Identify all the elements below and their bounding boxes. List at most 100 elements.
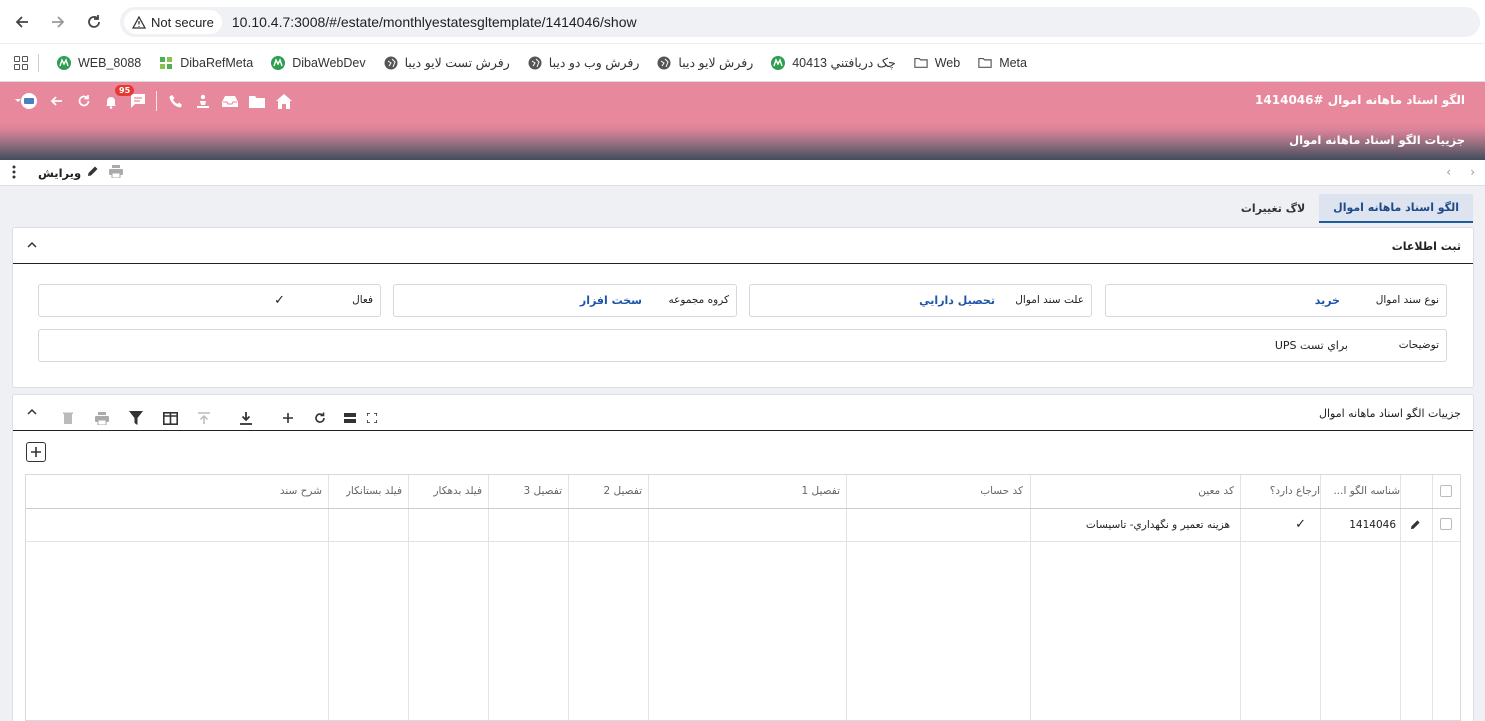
delete-icon[interactable] (60, 410, 76, 426)
density-icon[interactable] (342, 410, 358, 426)
globe-icon (384, 56, 398, 70)
table-row[interactable]: 1414046 ✓ هزينه تعمير و نگهداري- تاسيسات (26, 509, 1460, 542)
cell-id: 1414046 (1349, 519, 1396, 531)
globe-icon (657, 56, 671, 70)
description-label: توضیحات (1398, 339, 1439, 351)
warning-icon (132, 15, 146, 29)
refresh-icon[interactable] (75, 93, 92, 110)
cell-moein: هزينه تعمير و نگهداري- تاسيسات (1085, 519, 1230, 531)
page-subtitle: جزییات الگو اسناد ماهانه اموال (1289, 133, 1465, 147)
notification-badge: 95 (115, 85, 135, 96)
upload-icon[interactable] (196, 410, 212, 426)
column-header-creditor[interactable]: فیلد بستانکار (346, 485, 402, 497)
bookmarks-divider (38, 53, 39, 72)
chevron-up-icon[interactable] (27, 404, 37, 419)
description-field[interactable]: توضیحات براي تست UPS (38, 329, 1447, 362)
group-value: سخت افزار (579, 294, 642, 307)
column-header-account[interactable]: کد حساب (980, 485, 1023, 497)
home-icon[interactable] (275, 93, 292, 110)
folder-icon (914, 56, 928, 70)
info-panel: ثبت اطلاعات نوع سند اموال خريد علت سند ا… (12, 227, 1474, 388)
doc-reason-value: تحصيل دارايي (919, 294, 995, 307)
bookmark-folder-web[interactable]: Web (914, 56, 960, 70)
doc-reason-field[interactable]: علت سند اموال تحصيل دارايي (749, 284, 1092, 317)
page-title: الگو اسناد ماهانه اموال #1414046 (1255, 93, 1465, 107)
bookmark-check-receivable[interactable]: چک دريافتني 40413 (771, 55, 896, 70)
bookmark-refresh-test-live[interactable]: رفرش تست لایو دیبا (384, 55, 510, 70)
address-bar[interactable]: Not secure 10.10.4.7:3008/#/estate/month… (120, 7, 1480, 37)
chevron-up-icon[interactable] (27, 237, 37, 252)
column-header-detail2[interactable]: تفصیل 2 (604, 485, 643, 497)
chevron-right-icon[interactable]: › (1470, 165, 1475, 179)
bookmark-refresh-web-two[interactable]: رفرش وب دو دیبا (528, 55, 639, 70)
bookmark-dibarefmeta[interactable]: DibaRefMeta (159, 56, 253, 70)
diba-logo-icon (771, 55, 786, 70)
column-header-has-ref[interactable]: ارجاع دارد؟ (1270, 485, 1320, 497)
doc-reason-label: علت سند اموال (1015, 294, 1084, 306)
page-toolbar: ویرایش ‹ › (0, 160, 1485, 186)
header-icon-bar (14, 90, 292, 112)
back-arrow-icon[interactable] (48, 93, 65, 110)
print-icon[interactable] (109, 165, 123, 181)
inbox-icon[interactable] (221, 93, 238, 110)
diba-logo-icon (57, 55, 71, 70)
tab-strip: الگو اسناد ماهانه اموال لاگ تغییرات (1227, 194, 1473, 223)
phone-icon[interactable] (167, 93, 184, 110)
print-icon[interactable] (94, 410, 110, 426)
doc-type-label: نوع سند اموال (1375, 294, 1439, 306)
details-panel-header: جزییات الگو اسناد ماهانه اموال (13, 395, 1473, 431)
fullscreen-icon[interactable] (364, 410, 380, 426)
back-arrow-icon[interactable] (10, 10, 34, 34)
apps-grid-icon[interactable] (14, 55, 28, 70)
user-menu-icon[interactable] (14, 93, 38, 110)
bookmark-web-8088[interactable]: WEB_8088 (57, 55, 141, 70)
bookmark-refresh-live[interactable]: رفرش لایو دیبا (657, 55, 753, 70)
group-field[interactable]: کروه مجموعه سخت افزار (393, 284, 737, 317)
url-text: 10.10.4.7:3008/#/estate/monthlyestatesgl… (231, 14, 637, 30)
bookmark-dibawebdev[interactable]: DibaWebDev (271, 55, 366, 70)
bookmark-folder-meta[interactable]: Meta (978, 56, 1027, 70)
details-panel-title: جزییات الگو اسناد ماهانه اموال (1319, 407, 1461, 420)
folder-icon (978, 56, 992, 70)
globe-icon (528, 56, 542, 70)
reload-icon[interactable] (82, 10, 106, 34)
person-upload-icon[interactable] (194, 93, 211, 110)
folder-icon[interactable] (248, 93, 265, 110)
column-header-desc[interactable]: شرح سند (280, 485, 322, 497)
tab-change-log[interactable]: لاگ تغییرات (1227, 194, 1319, 223)
info-panel-header: ثبت اطلاعات (13, 228, 1473, 264)
doc-type-field[interactable]: نوع سند اموال خريد (1105, 284, 1447, 317)
edit-row-icon[interactable] (1410, 519, 1421, 533)
chevron-left-icon[interactable]: ‹ (1446, 165, 1451, 179)
active-label: فعال (352, 294, 373, 306)
add-row-button[interactable] (26, 442, 46, 462)
tab-template[interactable]: الگو اسناد ماهانه اموال (1319, 194, 1473, 223)
details-grid: شناسه الگو ا... ارجاع دارد؟ کد معین کد ح… (25, 474, 1461, 721)
edit-label: ویرایش (38, 165, 82, 180)
active-field[interactable]: فعال ✓ (38, 284, 381, 317)
filter-icon[interactable] (128, 410, 144, 426)
forward-arrow-icon[interactable] (46, 10, 70, 34)
column-header-debtor[interactable]: فیلد بدهکار (433, 485, 482, 497)
column-header-id[interactable]: شناسه الگو ا... (1334, 485, 1400, 497)
security-indicator[interactable]: Not secure (124, 10, 222, 34)
diba-logo-icon (271, 55, 286, 70)
column-header-moein[interactable]: کد معین (1198, 485, 1234, 497)
security-label: Not secure (151, 14, 214, 30)
select-all-checkbox[interactable] (1440, 485, 1452, 497)
column-header-detail3[interactable]: تفصیل 3 (524, 485, 563, 497)
description-value: براي تست UPS (1274, 339, 1348, 352)
row-checkbox[interactable] (1440, 518, 1452, 530)
browser-toolbar: Not secure 10.10.4.7:3008/#/estate/month… (0, 0, 1485, 44)
check-icon: ✓ (1295, 517, 1306, 532)
app-header: 95 الگو اسناد ماهانه اموال #1414046 جزیی… (0, 82, 1485, 160)
more-options-icon[interactable] (12, 165, 16, 183)
header-divider (156, 91, 157, 111)
columns-icon[interactable] (162, 410, 178, 426)
column-header-detail1[interactable]: تفصیل 1 (802, 485, 841, 497)
add-icon[interactable] (280, 410, 296, 426)
edit-button[interactable]: ویرایش (38, 165, 99, 180)
grid-header: شناسه الگو ا... ارجاع دارد؟ کد معین کد ح… (26, 475, 1460, 509)
download-icon[interactable] (238, 410, 254, 426)
refresh-icon[interactable] (312, 410, 328, 426)
